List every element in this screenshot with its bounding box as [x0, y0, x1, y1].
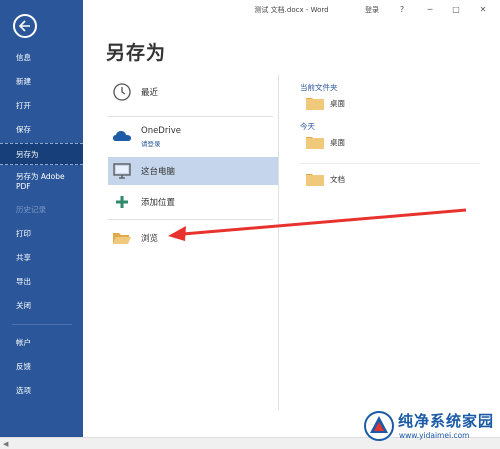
annotation-arrow [168, 208, 467, 241]
watermark-logo-icon [364, 411, 394, 441]
watermark-url: www.yidaimei.com [399, 431, 470, 440]
watermark-text: 纯净系统家园 [398, 412, 495, 430]
watermark: 纯净系统家园 www.yidaimei.com [362, 407, 497, 445]
scroll-left-icon[interactable]: ◀ [3, 440, 8, 448]
